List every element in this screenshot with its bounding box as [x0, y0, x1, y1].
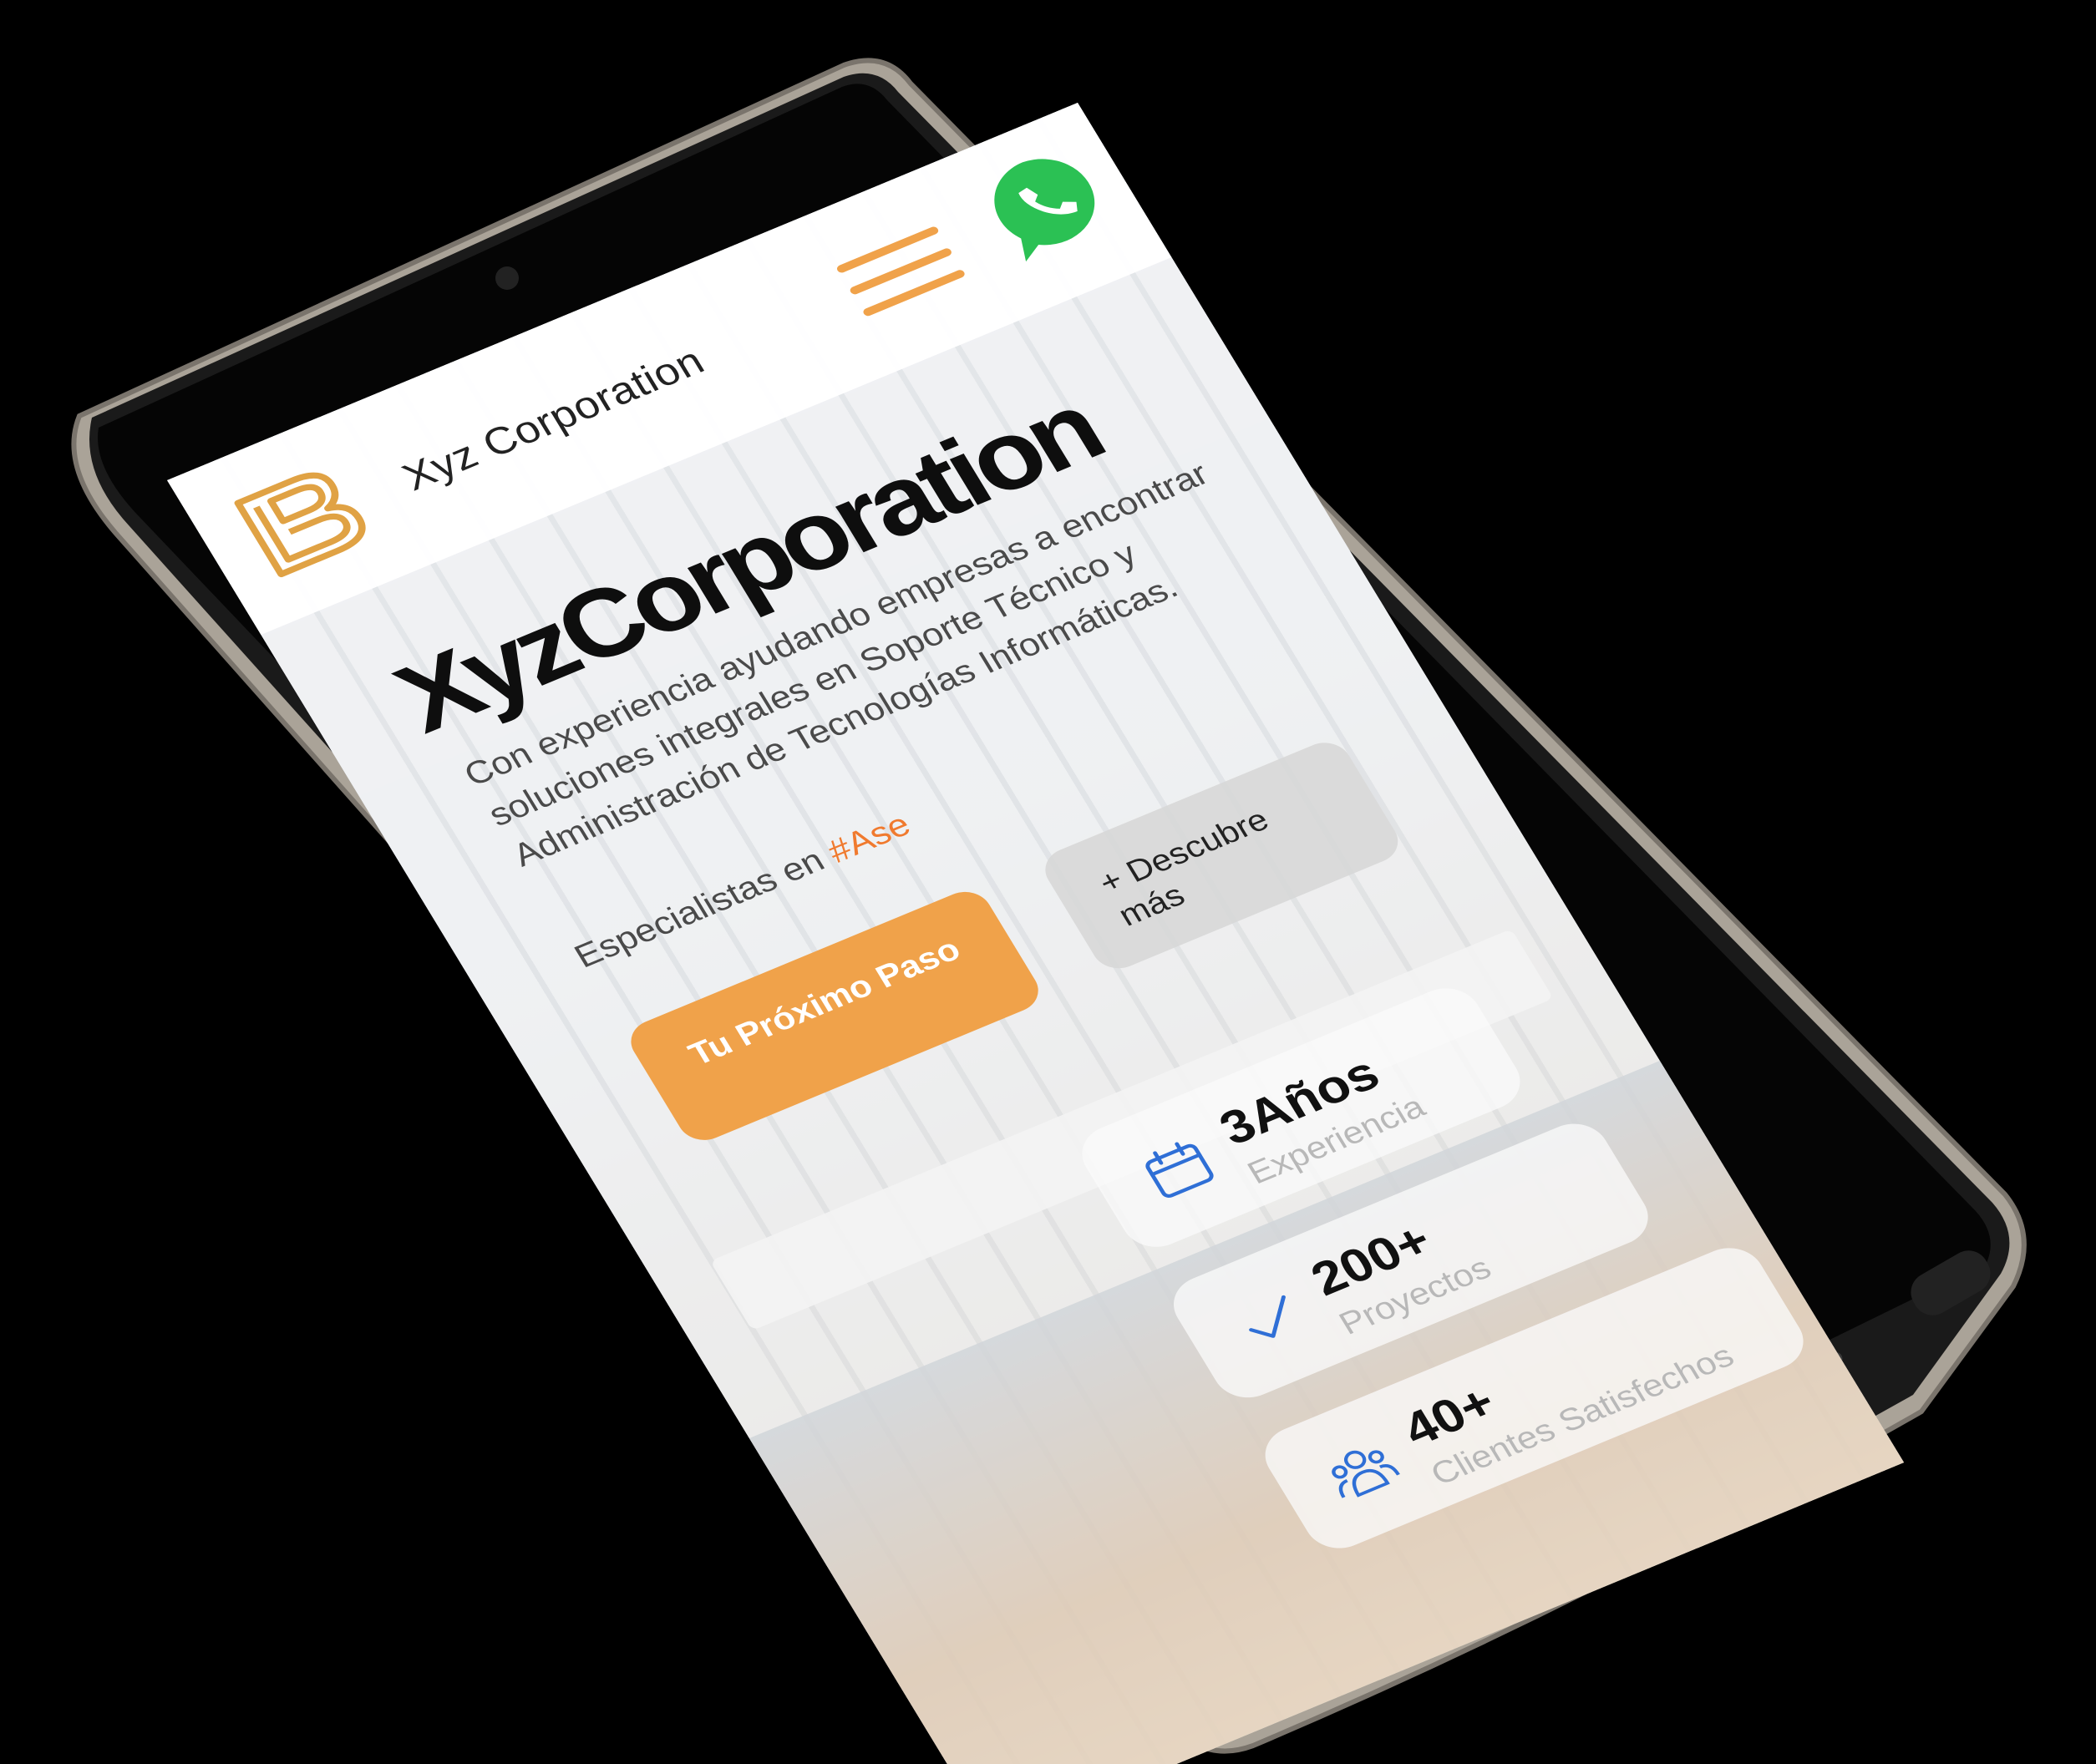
users-icon [1332, 1450, 1400, 1498]
whatsapp-icon[interactable] [964, 134, 1129, 271]
calendar-icon [1145, 1142, 1214, 1198]
checkmark-icon [1249, 1295, 1286, 1338]
hamburger-menu-icon[interactable] [833, 220, 971, 324]
logo-b-icon[interactable] [225, 455, 386, 585]
front-camera [495, 266, 519, 290]
menu-bar [835, 225, 941, 274]
